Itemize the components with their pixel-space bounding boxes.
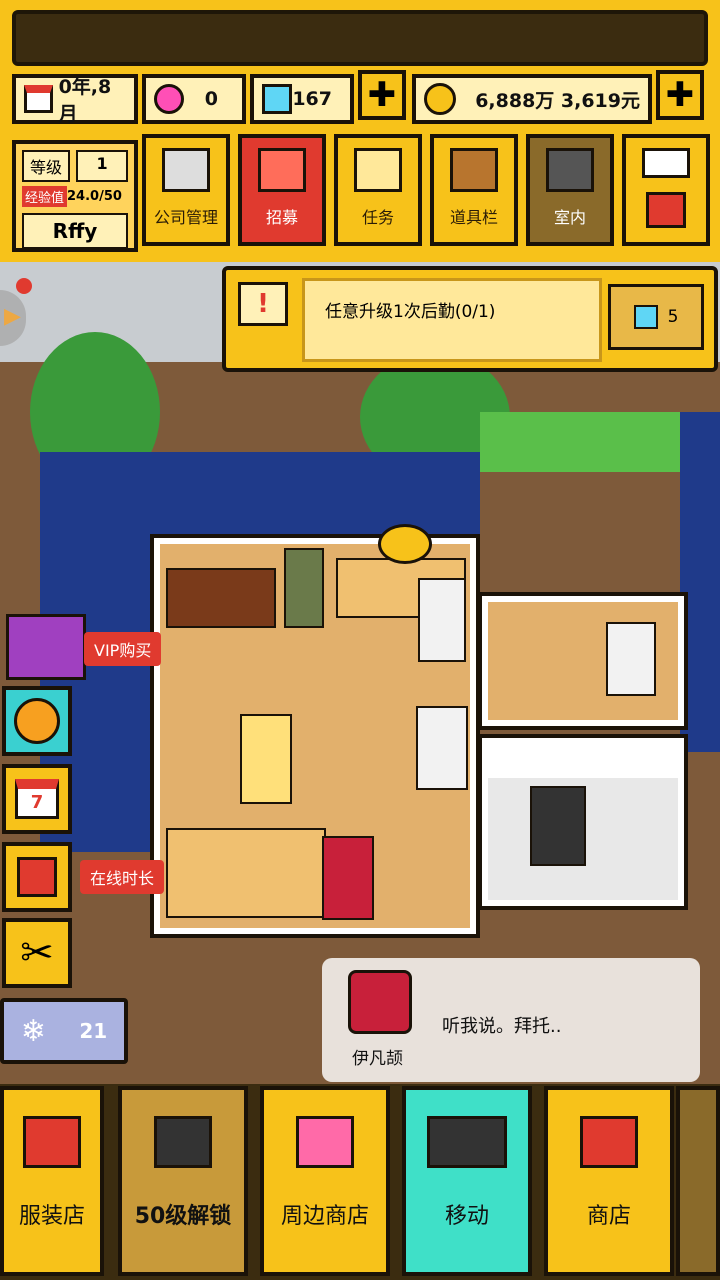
move-label: 移动 (444, 1204, 489, 1229)
pink-gem-stat: 0 (142, 74, 246, 124)
player-level-box[interactable]: 等级 1 经验值 24.0/50 Rffy (12, 140, 138, 252)
blue-gem-stat: 167 (250, 74, 354, 124)
character-zombie[interactable] (284, 548, 324, 628)
vip-crown-icon[interactable] (6, 614, 86, 680)
merch-store-button[interactable]: 周边商店 (260, 1086, 390, 1276)
mail-button[interactable] (622, 134, 710, 246)
roulette-icon (14, 698, 60, 744)
arrow-right-icon: ▶ (4, 304, 21, 329)
quest-reward-amount: 5 (667, 307, 679, 327)
add-gems-button[interactable]: ✚ (358, 70, 406, 120)
interior-button[interactable]: 室内 (526, 134, 614, 246)
front-desk (166, 568, 276, 628)
envelope-icon (642, 148, 690, 178)
calendar-day-icon: 7 (15, 779, 59, 819)
dialog-bubble[interactable]: 伊凡颉 听我说。拜托.. (322, 958, 700, 1082)
money-stat: 6,888万 3,619元 (412, 74, 652, 124)
exp-value: 24.0/50 (67, 189, 122, 204)
tasks-label: 任务 (361, 208, 394, 227)
character-red-hair[interactable] (322, 836, 374, 920)
online-time-tag[interactable]: 在线时长 (80, 860, 165, 894)
chest-icon (450, 148, 498, 192)
pink-gem-icon (154, 84, 184, 114)
clothing-store-label: 服装店 (18, 1204, 85, 1229)
quest-banner[interactable]: ! 任意升级1次后勤(0/1) 5 (222, 266, 718, 372)
company-name-bar (12, 10, 708, 66)
locked-label: 50级解锁 (134, 1204, 232, 1229)
exp-label: 经验值 (22, 186, 68, 207)
camera-icon (154, 1116, 212, 1168)
pink-gem-count: 0 (204, 88, 218, 110)
blue-gem-count: 167 (292, 88, 332, 110)
character-office-worker[interactable] (606, 622, 656, 696)
quest-text-box: 任意升级1次后勤(0/1) (302, 278, 602, 362)
character-at-desk[interactable] (530, 786, 586, 866)
shop-label: 商店 (586, 1204, 631, 1229)
speaker-avatar (348, 970, 412, 1034)
roulette-button[interactable] (2, 686, 72, 756)
clothing-store-button[interactable]: 服装店 (0, 1086, 104, 1276)
recruit-button[interactable]: 招募 (238, 134, 326, 246)
locked-button[interactable]: 50级解锁 (118, 1086, 248, 1276)
quest-text: 任意升级1次后勤(0/1) (325, 302, 496, 322)
building-icon (162, 148, 210, 192)
interior-label: 室内 (553, 208, 586, 227)
tasks-button[interactable]: 任务 (334, 134, 422, 246)
side-room-top[interactable] (478, 592, 688, 730)
snowflake-count: 21 (79, 1019, 108, 1043)
character-black-hair[interactable] (416, 706, 468, 790)
gift-icon (17, 857, 57, 897)
level-label: 等级 (22, 150, 71, 182)
shirt-icon (23, 1116, 81, 1168)
register-icon (580, 1116, 638, 1168)
add-money-button[interactable]: ✚ (656, 70, 704, 120)
more-nav-button[interactable] (676, 1086, 720, 1276)
gift-button[interactable] (2, 842, 72, 912)
calendar-icon (24, 85, 53, 113)
sofa-area (166, 828, 326, 918)
notification-dot (16, 278, 32, 294)
company-management-label: 公司管理 (153, 208, 218, 227)
snowflake-icon: ❄ (20, 1013, 46, 1049)
speaker-name: 伊凡颉 (352, 1049, 403, 1069)
date-stat: 0年,8月 (12, 74, 138, 125)
blue-gem-icon (262, 84, 292, 114)
character-blonde[interactable] (240, 714, 292, 804)
recruit-label: 招募 (265, 208, 298, 227)
quest-reward[interactable]: 5 (608, 284, 704, 350)
hammer-icon (646, 192, 686, 228)
date-text: 0年,8月 (58, 76, 112, 125)
inventory-label: 道具栏 (449, 208, 498, 227)
scroll-icon (354, 148, 402, 192)
move-button[interactable]: 移动 (402, 1086, 532, 1276)
money-text: 6,888万 3,619元 (475, 89, 640, 112)
cash-register-icon (296, 1116, 354, 1168)
dialog-text: 听我说。拜托.. (442, 1016, 562, 1037)
inventory-button[interactable]: 道具栏 (430, 134, 518, 246)
snowflake-counter[interactable]: ❄ 21 (0, 998, 128, 1064)
vip-purchase-tag[interactable]: VIP购买 (84, 632, 162, 666)
megaphone-icon (258, 148, 306, 192)
quest-alert-icon: ! (238, 282, 288, 326)
blue-gem-icon (633, 305, 658, 329)
character-green-hair[interactable] (418, 578, 466, 662)
paint-roller-icon (546, 148, 594, 192)
calendar-button[interactable]: 7 (2, 764, 72, 834)
company-management-button[interactable]: 公司管理 (142, 134, 230, 246)
coin-icon (424, 83, 456, 115)
level-value: 1 (76, 150, 128, 182)
trophy-icon[interactable] (378, 524, 432, 564)
truck-icon (427, 1116, 507, 1168)
shop-button[interactable]: 商店 (544, 1086, 674, 1276)
player-name: Rffy (22, 213, 128, 249)
scissors-icon: ✂ (20, 930, 54, 976)
merch-store-label: 周边商店 (280, 1204, 369, 1229)
scissors-button[interactable]: ✂ (2, 918, 72, 988)
